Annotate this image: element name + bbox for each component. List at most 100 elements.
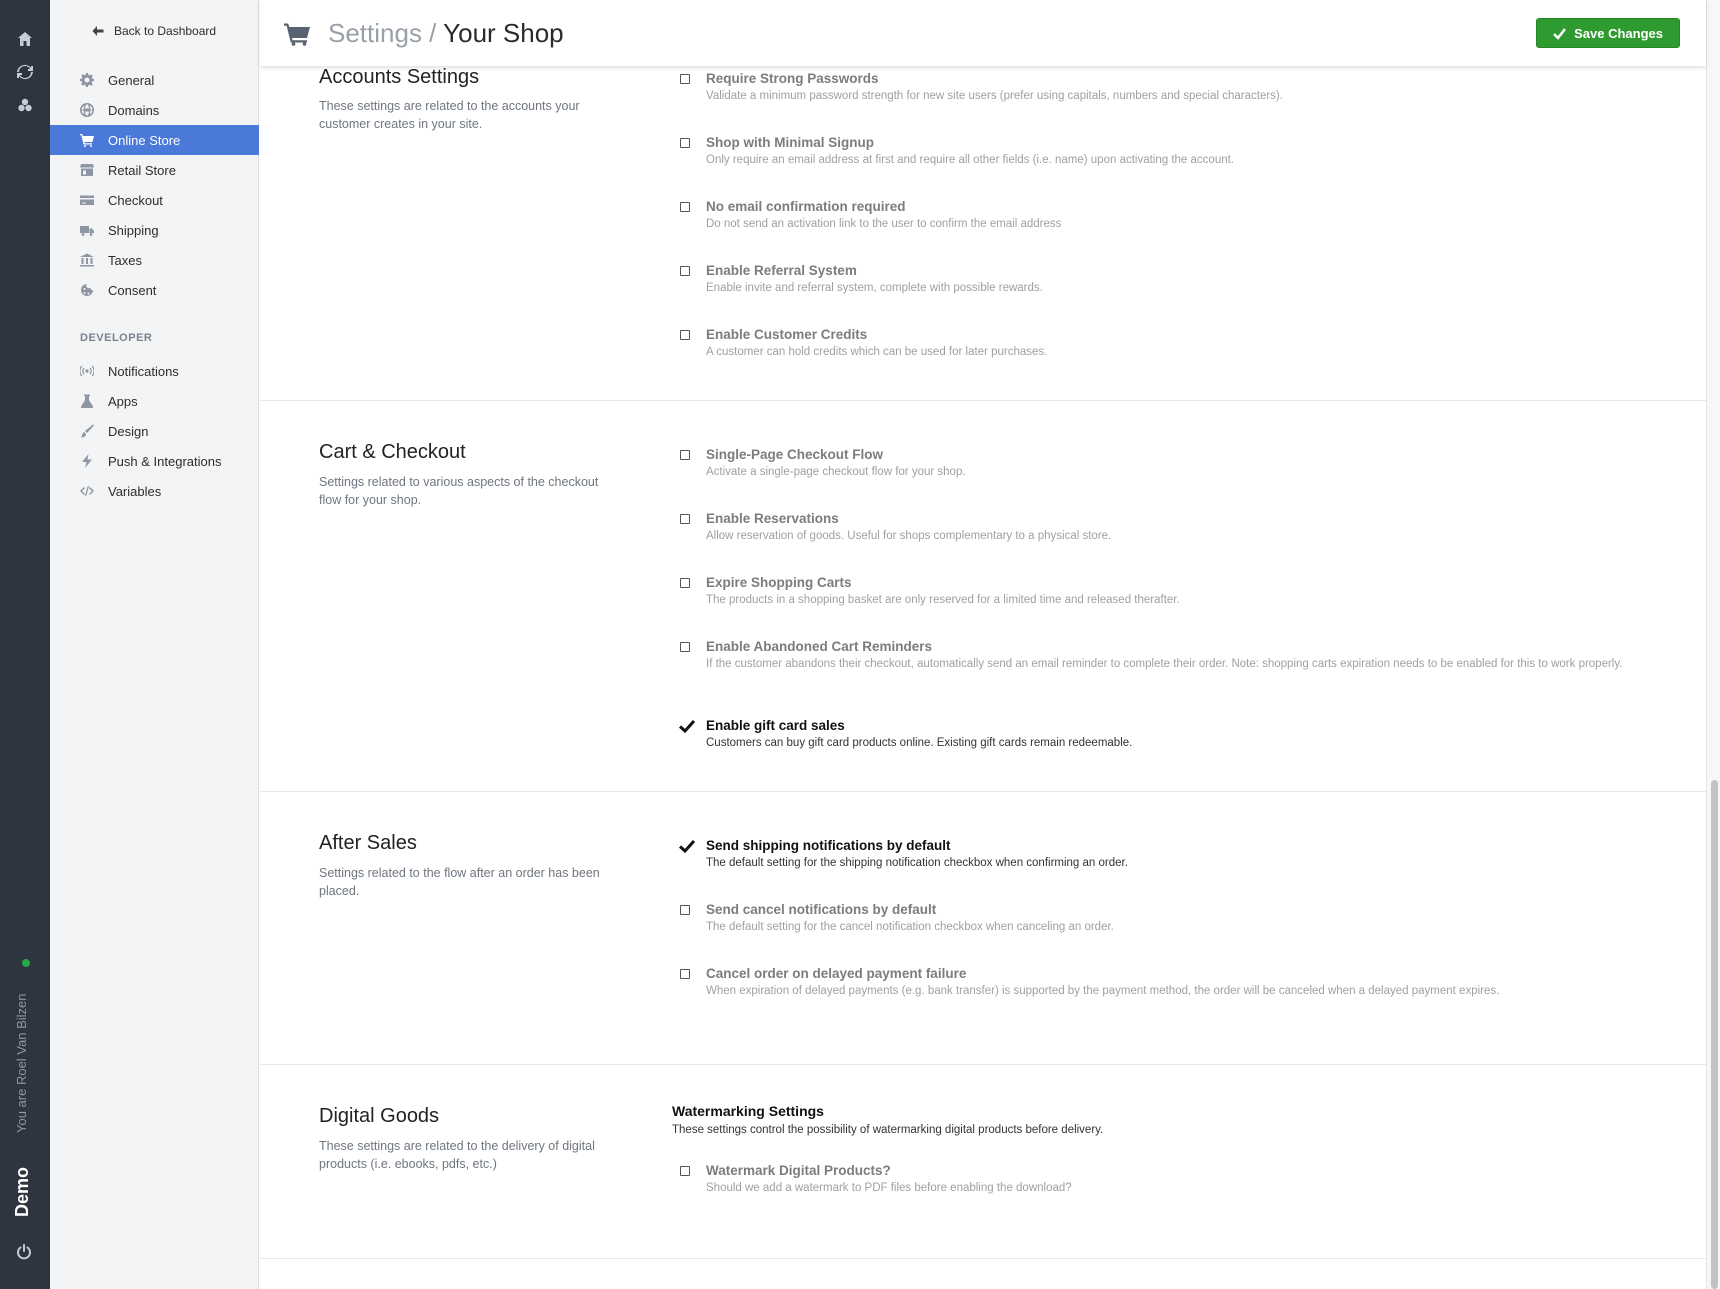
sidebar-item-checkout[interactable]: Checkout [50,185,259,215]
sidebar-item-label: Push & Integrations [108,453,222,469]
vertical-scrollbar[interactable] [1706,0,1720,1289]
online-status-dot [22,959,30,967]
page-title: Your Shop [443,18,564,48]
checkbox[interactable] [680,1166,690,1176]
checkbox[interactable] [680,450,690,460]
sidebar-item-design[interactable]: Design [50,416,259,446]
developer-heading: DEVELOPER [80,332,153,344]
sidebar-item-consent[interactable]: Consent [50,275,259,305]
checkbox[interactable] [680,578,690,588]
globe-icon [80,103,94,117]
option-description: A customer can hold credits which can be… [706,346,1048,358]
cart-icon [284,22,310,46]
section-title: Cart & Checkout [319,441,466,463]
sidebar-item-label: Domains [108,102,160,118]
sidebar-item-label: Consent [108,282,157,298]
cart-icon [80,133,94,147]
truck-icon [80,223,94,237]
checkbox[interactable] [680,969,690,979]
back-to-dashboard-link[interactable]: Back to Dashboard [92,24,216,38]
option-title: Single-Page Checkout Flow [706,447,884,462]
option-description: Validate a minimum password strength for… [706,90,1283,102]
sidebar-item-push-integrations[interactable]: Push & Integrations [50,446,259,476]
power-icon[interactable] [15,1243,35,1263]
save-changes-button[interactable]: Save Changes [1536,18,1680,48]
breadcrumb-parent[interactable]: Settings [328,18,422,48]
broadcast-icon [80,364,94,378]
sidebar-item-notifications[interactable]: Notifications [50,356,259,386]
environment-label: Demo [12,1166,32,1217]
option-description: The default setting for the shipping not… [706,857,1128,869]
section-description: These settings are related to the accoun… [319,99,580,131]
sidebar-item-label: Shipping [108,222,159,238]
sidebar-item-taxes[interactable]: Taxes [50,245,259,275]
section-description: Settings related to the flow after an or… [319,866,600,898]
option-description: When expiration of delayed payments (e.g… [706,985,1500,997]
sidebar-item-general[interactable]: General [50,65,259,95]
checkbox[interactable] [680,74,690,84]
option-title: Require Strong Passwords [706,71,879,86]
cart-checkout-section: Cart & Checkout Settings related to vari… [260,401,1706,792]
option-title: Expire Shopping Carts [706,575,852,590]
checkbox[interactable] [680,905,690,915]
option-title: Watermark Digital Products? [706,1163,891,1178]
sidebar-item-label: Taxes [108,252,142,268]
bank-icon [80,253,94,267]
sidebar-item-online-store[interactable]: Online Store [50,125,259,155]
gear-icon [80,73,94,87]
store-icon [80,163,94,177]
sidebar-item-label: General [108,72,155,88]
checkmark-icon[interactable] [678,717,696,735]
option-description: Enable invite and referral system, compl… [706,282,1043,294]
checkbox[interactable] [680,330,690,340]
option-title: Enable Referral System [706,263,857,278]
save-button-label: Save Changes [1574,25,1663,41]
option-title: Send cancel notifications by default [706,902,937,917]
after-sales-section: After Sales Settings related to the flow… [260,792,1706,1065]
option-description: The products in a shopping basket are on… [706,594,1180,606]
watermarking-description: These settings control the possibility o… [672,1124,1104,1136]
back-label: Back to Dashboard [114,24,217,38]
checkbox[interactable] [680,202,690,212]
checkbox[interactable] [680,138,690,148]
option-description: Customers can buy gift card products onl… [706,737,1133,749]
main-content: Accounts Settings These settings are rel… [260,0,1706,1289]
check-icon [1553,27,1567,40]
sidebar-item-label: Checkout [108,192,163,208]
cookie-icon [80,283,94,297]
apps-icon[interactable] [14,94,36,116]
watermarking-heading: Watermarking Settings [672,1103,824,1119]
sidebar-item-domains[interactable]: Domains [50,95,259,125]
section-description: These settings are related to the delive… [319,1139,595,1171]
sidebar-item-label: Retail Store [108,162,176,178]
scrollbar-thumb[interactable] [1711,780,1718,1289]
sidebar-item-label: Apps [108,393,138,409]
sidebar-item-apps[interactable]: Apps [50,386,259,416]
option-title: Enable Abandoned Cart Reminders [706,639,933,654]
brush-icon [80,424,94,438]
option-description: If the customer abandons their checkout,… [706,658,1623,670]
refresh-icon[interactable] [14,61,36,83]
sidebar-item-retail-store[interactable]: Retail Store [50,155,259,185]
checkbox[interactable] [680,642,690,652]
section-title: Accounts Settings [319,66,480,88]
checkbox[interactable] [680,514,690,524]
option-description: Do not send an activation link to the us… [706,218,1062,230]
checkbox[interactable] [680,266,690,276]
option-description: Activate a single-page checkout flow for… [706,466,966,478]
home-icon[interactable] [14,28,36,50]
option-title: Enable gift card sales [706,718,845,733]
option-description: Should we add a watermark to PDF files b… [706,1182,1072,1194]
breadcrumb: Settings / Your Shop [328,18,564,49]
sidebar-item-variables[interactable]: Variables [50,476,259,506]
option-description: Allow reservation of goods. Useful for s… [706,530,1112,542]
credit-card-icon [80,193,94,207]
code-icon [80,484,94,498]
section-description: Settings related to various aspects of t… [319,475,599,507]
checkmark-icon[interactable] [678,837,696,855]
digital-goods-section: Digital Goods These settings are related… [260,1065,1706,1259]
option-title: Send shipping notifications by default [706,838,951,853]
sidebar-item-shipping[interactable]: Shipping [50,215,259,245]
option-title: No email confirmation required [706,199,906,214]
option-title: Enable Customer Credits [706,327,868,342]
